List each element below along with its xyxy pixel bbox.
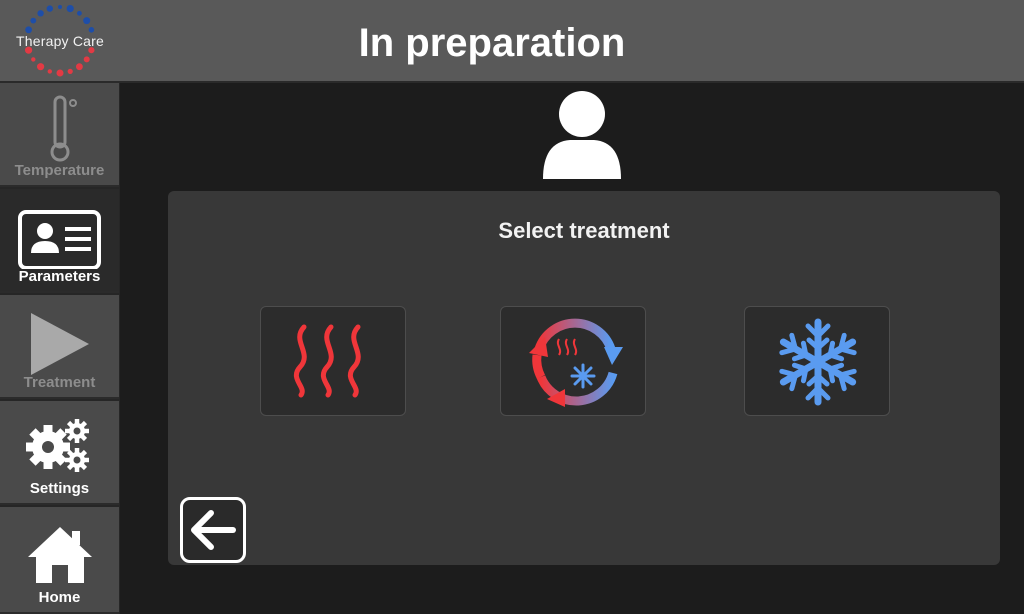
sidebar: Temperature Parameters Treatment Setting… <box>0 83 120 614</box>
cold-treatment-button[interactable] <box>744 306 890 416</box>
sidebar-item-settings[interactable]: Settings <box>0 401 119 505</box>
heat-treatment-button[interactable] <box>260 306 406 416</box>
logo-text: Therapy Care <box>16 33 104 49</box>
sidebar-item-label: Temperature <box>14 162 105 179</box>
treatment-panel: Select treatment <box>168 191 1000 565</box>
thermometer-icon <box>0 91 119 163</box>
sidebar-item-label: Settings <box>29 480 90 497</box>
sidebar-item-label: Parameters <box>18 268 101 285</box>
heat-waves-icon <box>293 324 361 398</box>
gears-icon <box>0 409 119 481</box>
id-card-icon <box>0 197 119 270</box>
panel-title: Select treatment <box>498 218 670 243</box>
sidebar-item-temperature[interactable]: Temperature <box>0 83 119 187</box>
page-title: In preparation <box>358 21 626 65</box>
sidebar-item-label: Home <box>38 589 81 606</box>
play-icon <box>0 303 119 375</box>
header-bar: Therapy Care In preparation <box>0 0 1024 83</box>
arrow-left-icon <box>191 510 236 550</box>
therapy-care-logo: Therapy Care <box>10 2 110 82</box>
sidebar-item-treatment[interactable]: Treatment <box>0 295 119 399</box>
back-button[interactable] <box>180 497 246 563</box>
home-icon <box>0 515 119 587</box>
snowflake-icon <box>779 318 857 406</box>
sidebar-item-label: Treatment <box>23 374 96 391</box>
contrast-treatment-button[interactable] <box>500 306 646 416</box>
sidebar-item-parameters[interactable]: Parameters <box>0 189 119 293</box>
heat-cold-cycle-icon <box>529 318 623 407</box>
sidebar-item-home[interactable]: Home <box>0 507 119 614</box>
user-icon <box>540 90 624 182</box>
